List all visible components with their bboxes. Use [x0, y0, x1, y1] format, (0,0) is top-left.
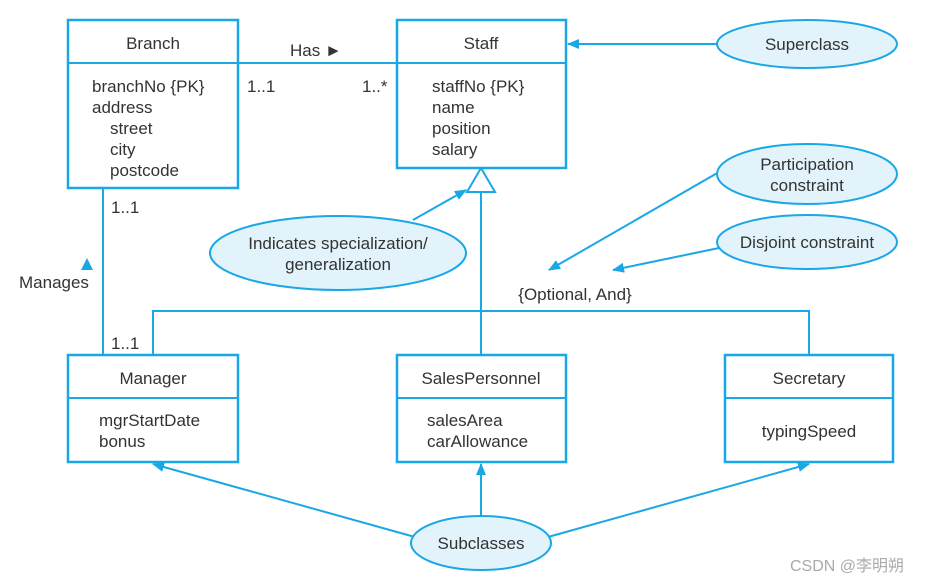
attribute: position — [432, 119, 491, 138]
uml-diagram: Branch branchNo {PK} address street city… — [19, 18, 904, 575]
class-manager: Manager mgrStartDate bonus — [66, 353, 240, 464]
multiplicity: 1..* — [362, 77, 388, 96]
class-name: SalesPersonnel — [421, 369, 540, 388]
note-text: generalization — [285, 255, 391, 274]
attribute: city — [110, 140, 136, 159]
class-salespersonnel: SalesPersonnel salesArea carAllowance — [395, 353, 568, 464]
multiplicity: 1..1 — [111, 334, 139, 353]
constraint-label: {Optional, And} — [518, 285, 632, 304]
attribute: bonus — [99, 432, 145, 451]
class-name: Manager — [119, 369, 186, 388]
attribute: street — [110, 119, 153, 138]
generalization-triangle-icon — [465, 166, 497, 193]
note-text: Subclasses — [438, 534, 525, 553]
manages-label: Manages — [19, 273, 89, 292]
class-branch: Branch branchNo {PK} address street city… — [66, 18, 240, 190]
note-participation: Participation constraint — [716, 143, 898, 205]
attribute: salesArea — [427, 411, 503, 430]
class-name: Branch — [126, 34, 180, 53]
note-text: Participation — [760, 155, 854, 174]
subclass-arrow — [152, 462, 416, 538]
attribute: name — [432, 98, 475, 117]
class-staff: Staff staffNo {PK} name position salary — [395, 18, 568, 170]
attribute: salary — [432, 140, 478, 159]
specialization-arrow — [412, 189, 467, 221]
attribute: branchNo {PK} — [92, 77, 205, 96]
disjoint-arrow — [612, 247, 720, 273]
note-text: Indicates specialization/ — [248, 234, 428, 253]
has-label: Has ► — [290, 41, 342, 60]
multiplicity: 1..1 — [111, 198, 139, 217]
watermark: CSDN @李明朔 — [790, 557, 904, 575]
class-name: Staff — [464, 34, 499, 53]
note-text: Disjoint constraint — [740, 233, 874, 252]
class-secretary: Secretary typingSpeed — [723, 353, 895, 464]
attribute: carAllowance — [427, 432, 528, 451]
attribute: staffNo {PK} — [432, 77, 525, 96]
attribute: address — [92, 98, 152, 117]
subclass-arrow — [547, 462, 810, 538]
attribute: typingSpeed — [762, 422, 857, 441]
note-specialization: Indicates specialization/ generalization — [209, 215, 467, 291]
note-disjoint: Disjoint constraint — [716, 214, 898, 270]
attribute: mgrStartDate — [99, 411, 200, 430]
class-name: Secretary — [773, 369, 846, 388]
note-superclass: Superclass — [716, 19, 898, 69]
note-text: Superclass — [765, 35, 849, 54]
participation-arrow — [548, 171, 720, 271]
note-text: constraint — [770, 176, 844, 195]
attribute: postcode — [110, 161, 179, 180]
up-arrow-icon — [81, 258, 93, 270]
multiplicity: 1..1 — [247, 77, 275, 96]
note-subclasses: Subclasses — [410, 515, 552, 571]
